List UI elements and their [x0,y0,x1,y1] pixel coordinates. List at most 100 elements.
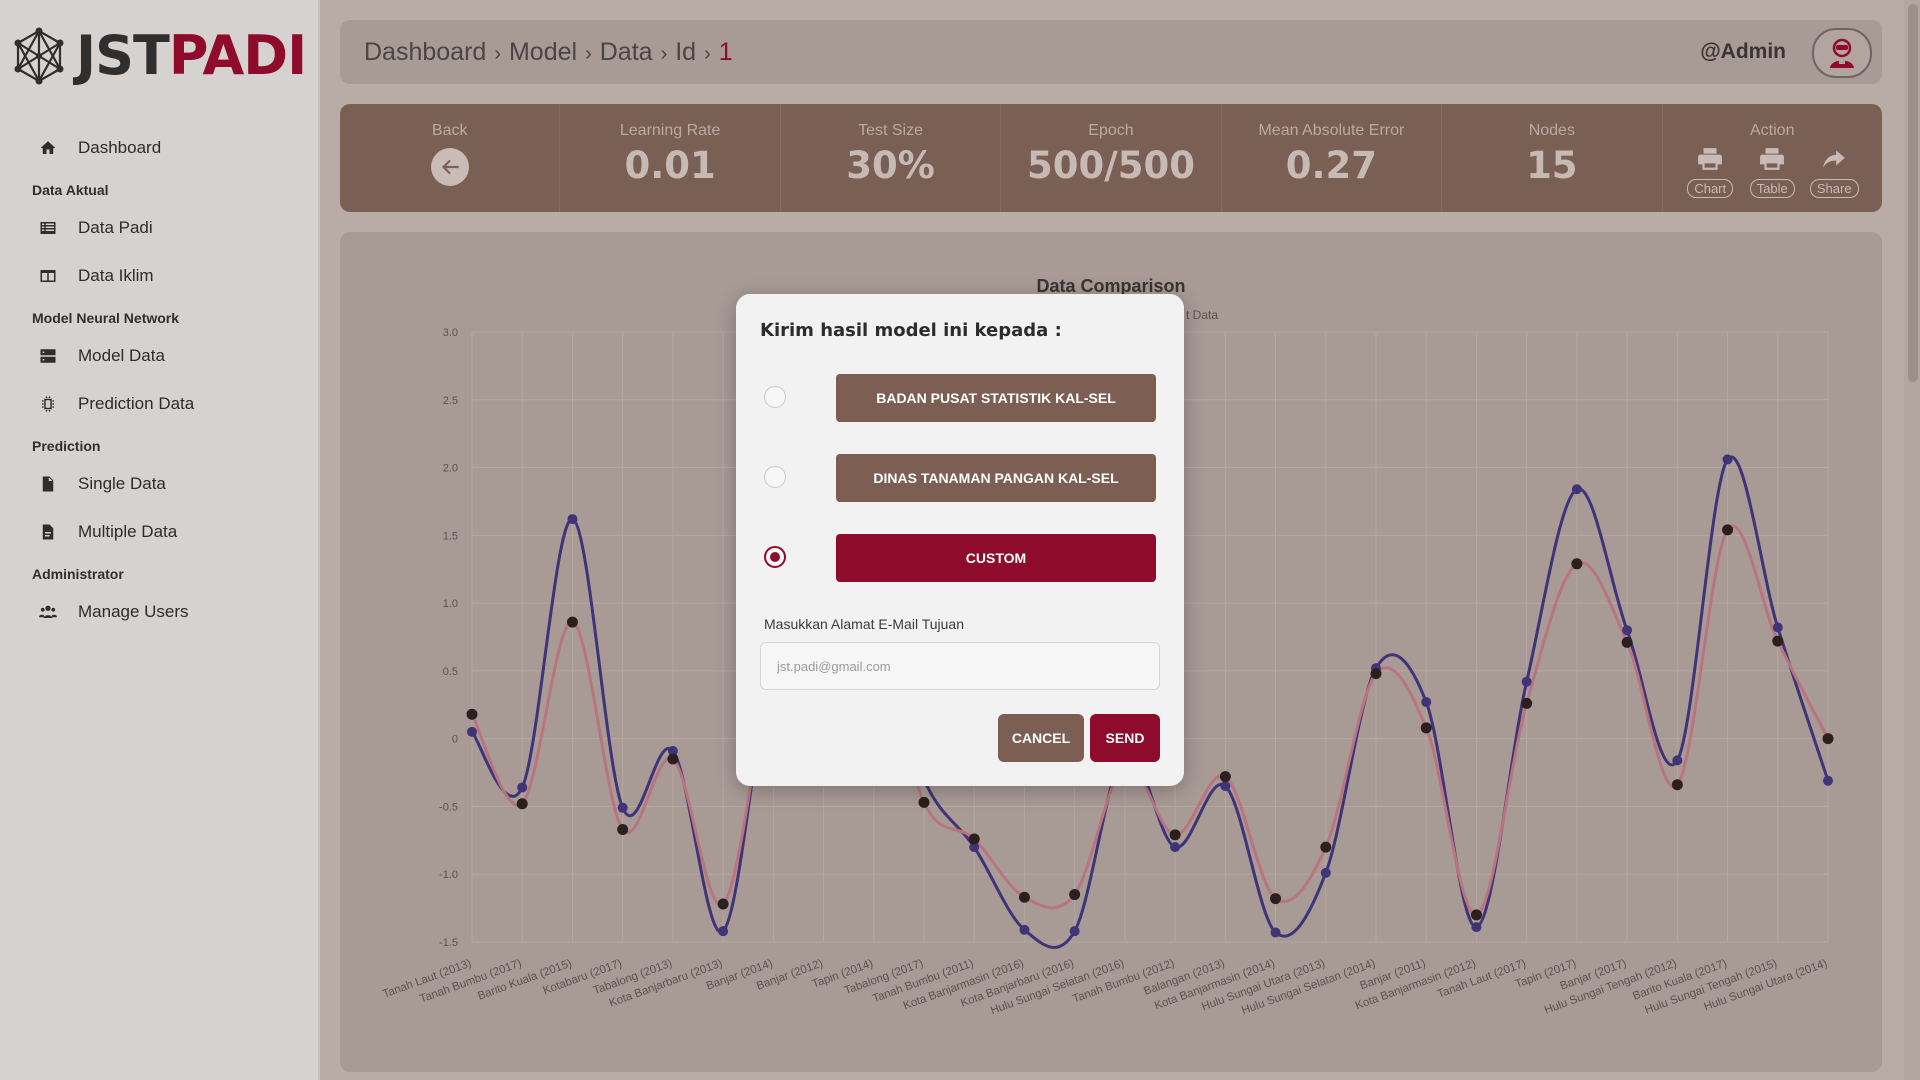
dinas-option-button[interactable]: DINAS TANAMAN PANGAN KAL-SEL [836,454,1156,502]
custom-option-button[interactable]: CUSTOM [836,534,1156,582]
sidebar-item-dashboard[interactable]: Dashboard [0,124,318,172]
email-label: Masukkan Alamat E-Mail Tujuan [764,616,964,632]
data-point-actual [1069,926,1080,937]
data-point-predicted [1169,829,1181,841]
sidebar-item-label: Model Data [78,346,165,365]
data-point-predicted [1671,779,1683,791]
data-point-predicted [1270,893,1282,905]
sidebar-item-single-data[interactable]: Single Data [0,460,318,508]
breadcrumb-id[interactable]: Id [675,38,696,66]
data-point-predicted [1370,668,1382,680]
data-point-actual [1722,454,1733,465]
y-tick-label: 0 [452,734,458,746]
share-button[interactable]: Share [1806,146,1862,198]
y-tick-label: -1.5 [439,937,458,949]
sidebar-item-label: Prediction [32,438,101,454]
y-tick-label: 1.0 [443,598,458,610]
breadcrumb-model[interactable]: Model [509,38,577,66]
data-point-predicted [1420,722,1432,734]
action-label: Action [1750,122,1795,139]
printer-icon [1698,148,1723,170]
bps-option-button[interactable]: BADAN PUSAT STATISTIK KAL-SEL [836,374,1156,422]
sidebar-item-prediction-data[interactable]: Prediction Data [0,380,318,428]
breadcrumb-separator-icon: › [585,43,592,65]
avatar[interactable] [1812,28,1872,78]
printer-icon [1760,148,1785,170]
send-button[interactable]: SEND [1090,714,1160,762]
option-dinas: DINAS TANAMAN PANGAN KAL-SEL [736,454,1184,502]
option-custom: CUSTOM [736,534,1184,582]
y-tick-label: 2.5 [443,395,458,407]
y-tick-label: -1.0 [439,869,458,881]
sidebar-section-label: Data Aktual [0,176,318,204]
radio-bps[interactable] [764,386,786,408]
y-tick-label: 0.5 [443,666,458,678]
back-button[interactable] [430,148,469,186]
y-tick-label: 1.5 [443,530,458,542]
sidebar-item-data-iklim[interactable]: Data Iklim [0,252,318,300]
home-icon [38,138,58,158]
data-point-predicted [1571,558,1583,570]
data-point-actual [1019,924,1030,935]
email-input[interactable] [760,642,1160,690]
data-point-predicted [1521,697,1533,709]
mae-value: 0.27 [1285,144,1378,187]
sidebar-item-label: Single Data [78,474,166,493]
option-bps: BADAN PUSAT STATISTIK KAL-SEL [736,374,1184,422]
nodes-value: 15 [1526,144,1578,187]
print-table-button[interactable]: Table [1744,146,1800,198]
nodes-label: Nodes [1528,122,1575,139]
epoch-value: 500/500 [1026,144,1195,187]
breadcrumb-dashboard[interactable]: Dashboard [364,38,486,66]
breadcrumb-separator-icon: › [660,43,668,65]
breadcrumb-data[interactable]: Data [600,38,653,66]
list-icon [38,218,58,238]
radio-dinas[interactable] [764,466,786,488]
learning-rate-value: 0.01 [624,144,716,187]
brand-logo[interactable]: JSTPADI [12,24,307,87]
data-point-predicted [717,898,729,910]
data-point-predicted [1320,841,1332,853]
chart-subtitle: t Data [1186,308,1218,322]
file-csv-icon [38,522,58,542]
data-point-predicted [1722,524,1734,536]
cancel-button[interactable]: CANCEL [998,714,1084,762]
data-point-predicted [1822,733,1834,745]
breadcrumb-separator-icon: › [494,43,501,65]
data-point-predicted [617,823,629,835]
top-bar: Dashboard › Model › Data › Id › 1 @Admin [340,20,1882,84]
brand-name-part2: PADI [168,24,307,87]
radio-custom[interactable] [764,546,786,568]
data-point-predicted [1470,909,1482,921]
sidebar-item-manage-users[interactable]: Manage Users [0,588,318,636]
data-point-actual [1270,927,1281,938]
server-icon [38,346,58,366]
print-chart-button[interactable]: Chart [1682,146,1738,198]
user-avatar-icon [1830,38,1854,68]
chart-title: Data Comparison [1036,276,1185,296]
model-stats-bar: Back Learning Rate 0.01 Test Size 30% Ep… [340,104,1882,212]
y-tick-label: 3.0 [443,327,458,339]
file-icon [38,474,58,494]
arrow-left-icon [441,159,459,175]
data-point-actual [1471,922,1482,933]
data-point-predicted [968,833,980,845]
chart-action-label: Chart [1687,179,1734,198]
data-point-actual [1571,484,1582,495]
sidebar-item-label: Data Aktual [32,182,109,198]
data-point-actual [1772,622,1783,633]
stat-mae: Mean Absolute Error 0.27 [1222,104,1443,212]
scrollbar-thumb[interactable] [1908,4,1918,382]
y-tick-label: 2.0 [443,463,458,475]
data-point-actual [1421,697,1432,708]
sidebar-section-label: Prediction [0,432,318,460]
breadcrumb-separator-icon: › [704,43,711,65]
page-scrollbar[interactable] [1904,0,1920,1080]
sidebar-item-multiple-data[interactable]: Multiple Data [0,508,318,556]
users-icon [38,602,58,622]
sidebar-item-model-data[interactable]: Model Data [0,332,318,380]
share-arrow-icon [1823,150,1846,168]
user-name: @Admin [1700,40,1786,63]
sidebar-item-data-padi[interactable]: Data Padi [0,204,318,252]
stat-nodes: Nodes 15 [1442,104,1663,212]
